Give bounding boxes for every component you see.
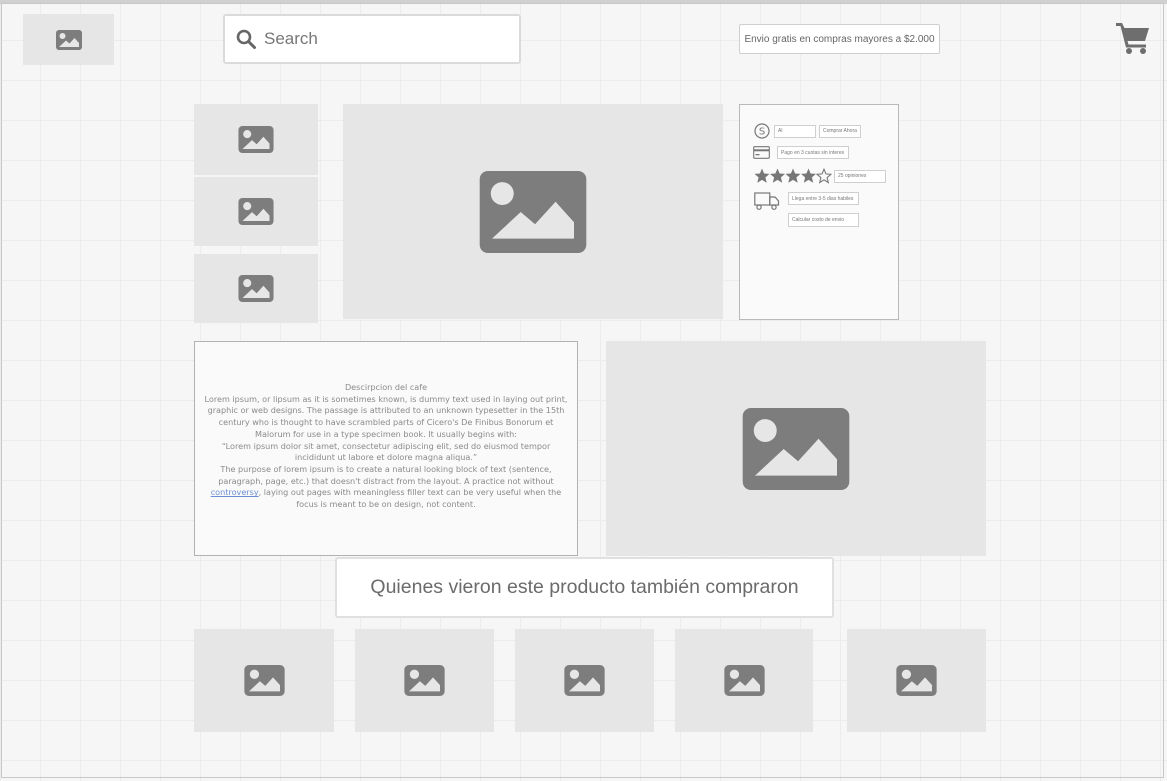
rating-stars: [754, 168, 832, 184]
image-icon: [238, 275, 274, 302]
image-icon: [243, 665, 285, 696]
controversy-link[interactable]: controversy: [211, 487, 259, 497]
description-text: , laying out pages with meaningless fill…: [258, 487, 562, 510]
description-quote: “Lorem ipsum dolor sit amet, consectetur…: [221, 440, 551, 463]
reviews-count[interactable]: 25 opiniones: [834, 169, 886, 183]
thumbnail-2[interactable]: [194, 177, 318, 246]
image-icon: [55, 29, 82, 50]
product-description: Descirpcion del cafe Lorem ipsum, or lip…: [194, 341, 578, 556]
related-product-1[interactable]: [194, 629, 334, 732]
truck-icon: [754, 192, 780, 210]
image-icon: [479, 170, 587, 253]
star-outline-icon: [815, 168, 832, 184]
star-icon: [801, 168, 816, 183]
calculate-shipping-button[interactable]: Calcular costo de envio: [788, 213, 859, 227]
search-input[interactable]: [264, 29, 504, 49]
related-product-2[interactable]: [355, 629, 494, 732]
image-icon: [742, 407, 850, 490]
image-icon: [404, 665, 445, 696]
dollar-icon: S: [754, 123, 770, 139]
description-paragraph-2: The purpose of lorem ipsum is to create …: [203, 464, 569, 511]
svg-text:S: S: [759, 127, 765, 138]
description-paragraph-1: Lorem ipsum, or lipsum as it is sometime…: [204, 393, 568, 439]
star-icon: [754, 168, 770, 183]
description-title: Descirpcion del cafe: [344, 382, 428, 392]
image-icon: [238, 126, 274, 153]
thumbnail-1[interactable]: [194, 104, 318, 175]
related-product-3[interactable]: [515, 629, 654, 732]
thumbnail-3[interactable]: [194, 254, 318, 323]
related-product-4[interactable]: [675, 629, 813, 732]
image-icon: [238, 198, 274, 225]
price-field: Al: [774, 124, 816, 138]
related-products-heading: Quienes vieron este producto también com…: [335, 557, 834, 618]
star-icon: [785, 168, 801, 183]
logo[interactable]: [23, 14, 114, 65]
shipping-notice: Envio gratis en compras mayores a $2.000: [739, 24, 940, 54]
image-icon: [896, 665, 937, 696]
secondary-product-image[interactable]: [606, 341, 986, 556]
image-icon: [723, 665, 765, 696]
description-text: The purpose of lorem ipsum is to create …: [218, 463, 554, 486]
delivery-estimate: Llega entre 3-5 dias habiles: [788, 192, 859, 205]
payment-option[interactable]: Pago en 3 cuotas sin interes: [777, 146, 849, 159]
top-border: [0, 0, 1167, 4]
image-icon: [564, 665, 605, 696]
main-product-image[interactable]: [343, 104, 723, 319]
star-icon: [770, 168, 785, 183]
purchase-panel: S Al Comprar Ahora Pago en 3 cuotas sin …: [739, 104, 899, 320]
credit-card-icon: [753, 146, 770, 159]
search-box[interactable]: [223, 14, 521, 64]
cart-icon[interactable]: [1115, 21, 1151, 60]
buy-now-button[interactable]: Comprar Ahora: [819, 124, 861, 138]
related-product-5[interactable]: [847, 629, 986, 732]
search-icon: [236, 29, 256, 49]
